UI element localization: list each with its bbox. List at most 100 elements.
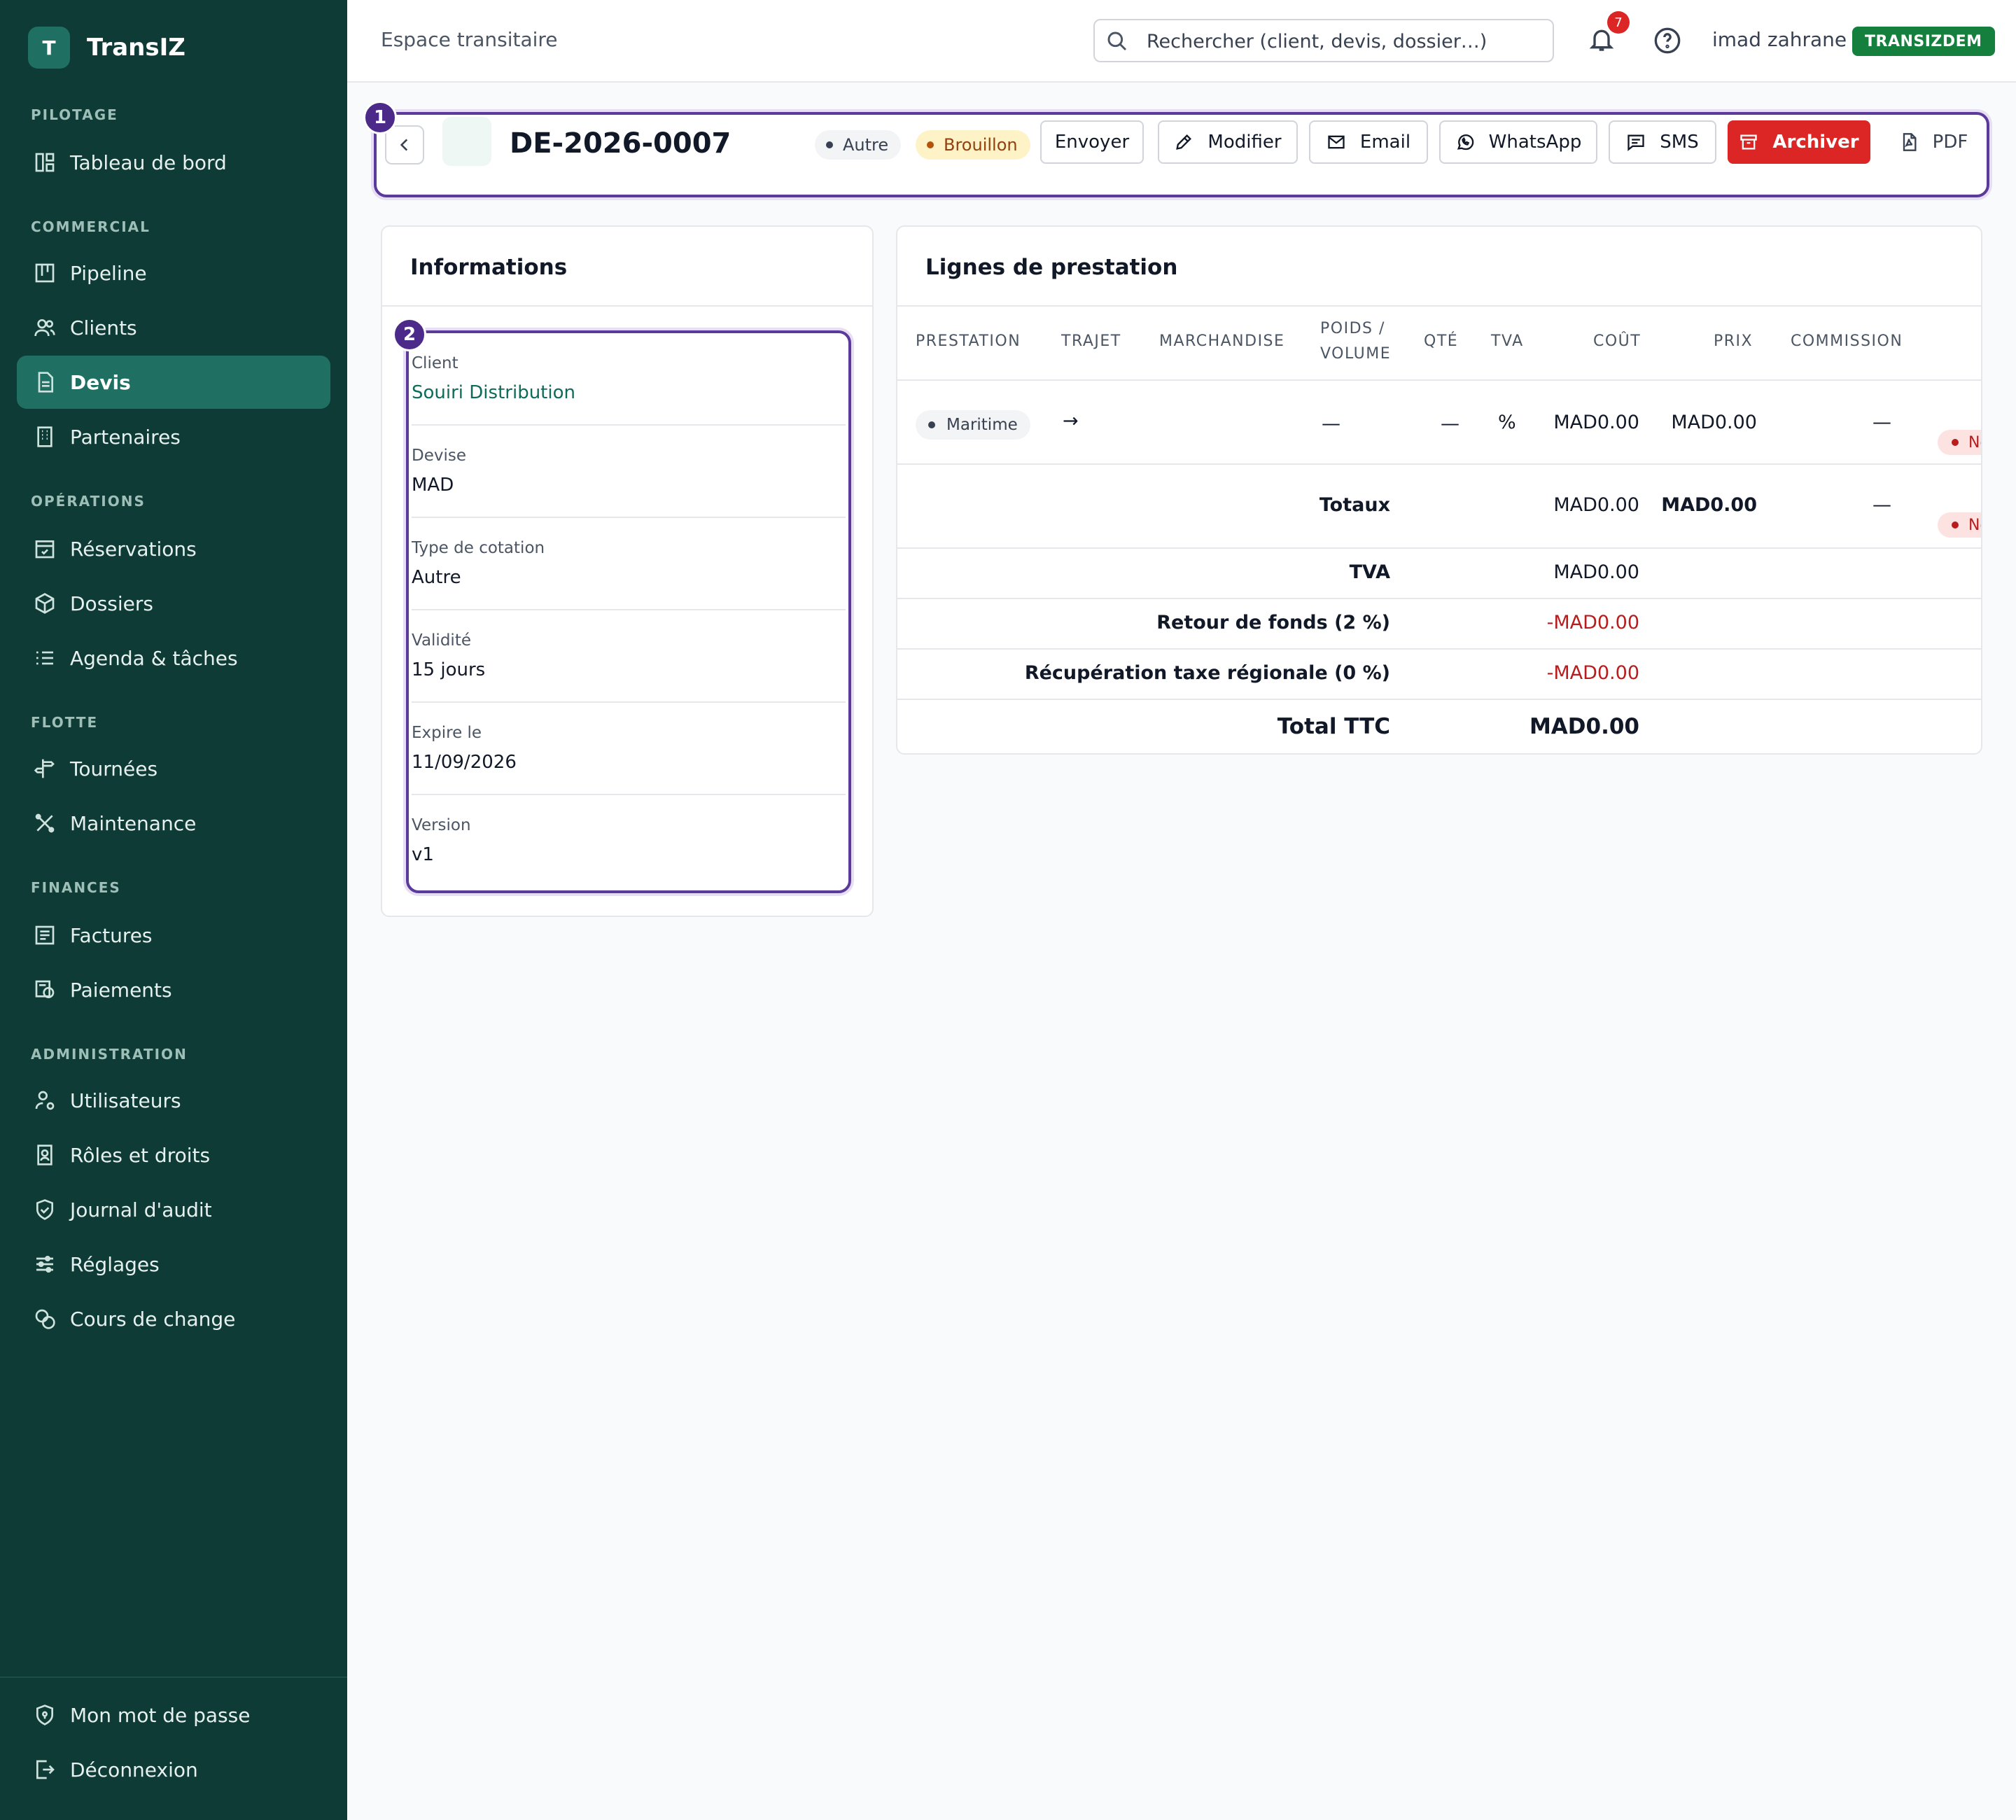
sidebar-item-label: Déconnexion (70, 1758, 198, 1782)
column-header-trajet: TRAJET (1061, 332, 1121, 350)
line-status-label: No (1968, 433, 1981, 451)
sidebar-item-audit[interactable]: Journal d'audit (17, 1183, 330, 1236)
sidebar-item-label: Cours de change (70, 1307, 236, 1331)
sidebar-item-tournees[interactable]: Tournées (17, 742, 330, 795)
badge-dot (927, 141, 934, 148)
signpost-icon (34, 759, 55, 778)
divider (897, 547, 1981, 549)
user-menu[interactable]: imad zahrane (1712, 28, 1847, 51)
price-cell: MAD0.00 (1671, 412, 1757, 433)
email-button[interactable]: Email (1309, 120, 1428, 164)
badge-dot (826, 141, 833, 148)
info-card: Informations Client Souiri Distribution … (381, 225, 874, 917)
column-header-cout: COÛT (1593, 332, 1642, 350)
building-icon (37, 426, 52, 447)
service-badge-label: Maritime (946, 416, 1018, 434)
sidebar-item-deconnexion[interactable]: Déconnexion (17, 1743, 330, 1796)
notification-count-badge: 7 (1607, 11, 1630, 34)
status-badge-label: Brouillon (944, 135, 1018, 155)
tools-icon (35, 813, 55, 833)
sms-button-label: SMS (1660, 132, 1699, 153)
field-label: Version (412, 816, 471, 834)
sidebar-item-partenaires[interactable]: Partenaires (17, 410, 330, 463)
summary-return-label: Retour de fonds (2 %) (1156, 612, 1390, 634)
brand-name: TransIZ (87, 34, 186, 62)
field-label: Devise (412, 447, 466, 465)
client-link[interactable]: Souiri Distribution (412, 382, 575, 403)
sidebar-item-roles[interactable]: Rôles et droits (17, 1128, 330, 1182)
sidebar-item-mot-de-passe[interactable]: Mon mot de passe (17, 1688, 330, 1742)
field-label: Client (412, 354, 458, 372)
sidebar-item-factures[interactable]: Factures (17, 909, 330, 962)
archive-button[interactable]: Archiver (1728, 120, 1870, 164)
totals-label: Totaux (1319, 494, 1390, 516)
pencil-icon (1176, 134, 1192, 150)
payment-icon (35, 980, 55, 998)
divider (897, 699, 1981, 700)
pdf-file-icon (1903, 133, 1917, 151)
logout-icon (36, 1760, 55, 1779)
shield-lock-icon (36, 1704, 53, 1726)
type-badge: Autre (815, 130, 902, 160)
field-value: Autre (412, 567, 461, 588)
edit-button[interactable]: Modifier (1158, 120, 1298, 164)
annotation-marker-1: 1 (363, 101, 397, 134)
search-box[interactable] (1093, 19, 1554, 62)
sidebar-divider (0, 1676, 347, 1678)
sidebar-item-maintenance[interactable]: Maintenance (17, 797, 330, 850)
annotation-marker-2: 2 (393, 318, 426, 351)
summary-return-value: -MAD0.00 (1546, 612, 1639, 634)
help-button[interactable] (1653, 27, 1681, 55)
sidebar-item-paiements[interactable]: Paiements (17, 963, 330, 1016)
brand[interactable]: T TransIZ (28, 27, 186, 69)
column-header-marchandise: MARCHANDISE (1159, 332, 1285, 350)
pdf-button[interactable]: PDF (1884, 120, 1982, 164)
back-button[interactable] (385, 125, 424, 164)
sidebar-item-label: Devis (70, 370, 131, 394)
sidebar-item-cours-de-change[interactable]: Cours de change (17, 1292, 330, 1345)
sidebar-item-devis[interactable]: Devis (17, 356, 330, 409)
field-validite: Validité 15 jours (412, 610, 846, 703)
sidebar: T TransIZ PILOTAGE Tableau de bord COMME… (0, 0, 347, 1820)
service-lines-card: Lignes de prestation PRESTATION TRAJET M… (896, 225, 1982, 755)
sidebar-item-agenda[interactable]: Agenda & tâches (17, 631, 330, 685)
sidebar-item-tableau-de-bord[interactable]: Tableau de bord (17, 136, 330, 189)
whatsapp-button[interactable]: WhatsApp (1439, 120, 1597, 164)
send-button[interactable]: Envoyer (1040, 120, 1144, 164)
line-status-badge[interactable]: No (1938, 430, 1981, 455)
sidebar-item-reglages[interactable]: Réglages (17, 1238, 330, 1291)
total-ttc-label: Total TTC (1277, 714, 1390, 739)
id-badge-icon (37, 1144, 52, 1166)
summary-vat-value: MAD0.00 (1553, 561, 1639, 583)
nav-section-pilotage: PILOTAGE (31, 106, 118, 123)
badge-dot (928, 421, 935, 428)
sidebar-item-label: Utilisateurs (70, 1088, 181, 1112)
status-badge: Brouillon (916, 130, 1030, 160)
column-header-qte: QTÉ (1424, 332, 1459, 350)
service-badge: Maritime (916, 410, 1030, 440)
summary-regional-tax-value: -MAD0.00 (1546, 662, 1639, 684)
users-icon (34, 319, 55, 337)
sidebar-item-reservations[interactable]: Réservations (17, 522, 330, 575)
sidebar-item-pipeline[interactable]: Pipeline (17, 246, 330, 300)
dashboard-icon (35, 153, 55, 172)
field-label: Validité (412, 631, 471, 650)
field-version: Version v1 (412, 795, 846, 888)
sidebar-item-dossiers[interactable]: Dossiers (17, 577, 330, 630)
badge-dot (1952, 439, 1959, 446)
divider (897, 463, 1981, 465)
summary-regional-tax-label: Récupération taxe régionale (0 %) (1024, 662, 1390, 684)
field-value: v1 (412, 844, 434, 865)
field-devise: Devise MAD (412, 426, 846, 518)
column-header-volume: VOLUME (1320, 345, 1392, 363)
column-header-prestation: PRESTATION (916, 332, 1021, 350)
pdf-button-label: PDF (1932, 132, 1968, 153)
sidebar-item-utilisateurs[interactable]: Utilisateurs (17, 1074, 330, 1127)
search-input[interactable] (1147, 27, 1539, 55)
sidebar-item-clients[interactable]: Clients (17, 301, 330, 354)
field-value: MAD (412, 475, 454, 496)
divider (897, 379, 1981, 381)
whatsapp-button-label: WhatsApp (1488, 132, 1582, 153)
sms-button[interactable]: SMS (1609, 120, 1716, 164)
coins-icon (35, 1309, 55, 1329)
